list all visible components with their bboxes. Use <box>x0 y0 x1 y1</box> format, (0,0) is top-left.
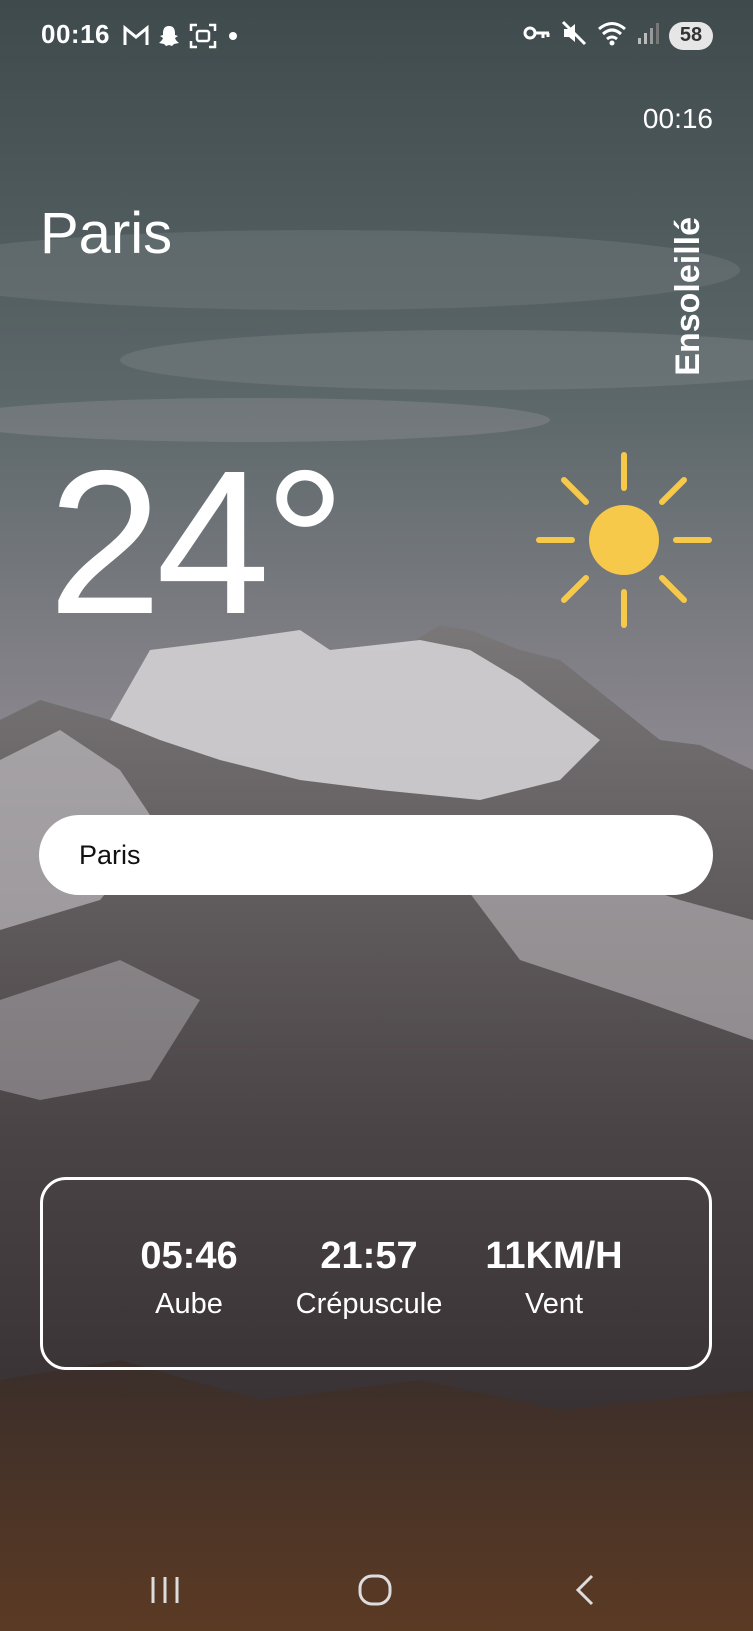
mute-icon <box>561 20 587 51</box>
home-icon[interactable] <box>345 1568 405 1612</box>
temperature: 24° <box>48 428 346 657</box>
stat-label: Aube <box>155 1288 223 1320</box>
snapchat-icon <box>157 21 181 51</box>
back-icon[interactable] <box>555 1568 615 1612</box>
wifi-icon <box>597 20 627 51</box>
screenshot-icon <box>189 21 217 51</box>
sun-icon <box>536 452 712 628</box>
sun-wind-stats-card: 05:46 Aube 21:57 Crépuscule 11KM/H Vent <box>40 1177 712 1370</box>
stat-value: 21:57 <box>320 1235 418 1277</box>
city-search-input[interactable] <box>39 815 713 895</box>
status-time: 00:16 <box>41 19 110 49</box>
stat-value: 11KM/H <box>485 1235 623 1277</box>
city-title: Paris <box>40 201 173 266</box>
weather-condition-label: Ensoleillé <box>668 216 707 376</box>
dot-icon <box>225 21 241 51</box>
recent-apps-icon[interactable] <box>135 1568 195 1612</box>
battery-badge: 58 <box>669 21 713 50</box>
system-icons: 58 <box>523 20 713 51</box>
stat-wind: 11KM/H Vent <box>464 1235 644 1321</box>
notification-icons <box>123 21 241 51</box>
gmail-icon <box>123 21 149 51</box>
navigation-bar <box>0 1560 753 1631</box>
stat-label: Vent <box>524 1288 584 1320</box>
signal-icon <box>637 21 659 50</box>
stat-value: 05:46 <box>140 1235 238 1277</box>
weather-condition: Ensoleillé <box>662 216 714 376</box>
clock: 00:16 <box>642 103 713 134</box>
key-icon <box>523 23 551 48</box>
status-bar: 00:16 58 <box>0 0 753 72</box>
stat-dusk: 21:57 Crépuscule <box>279 1235 459 1321</box>
stat-label: Crépuscule <box>295 1288 443 1320</box>
stat-dawn: 05:46 Aube <box>99 1235 279 1321</box>
